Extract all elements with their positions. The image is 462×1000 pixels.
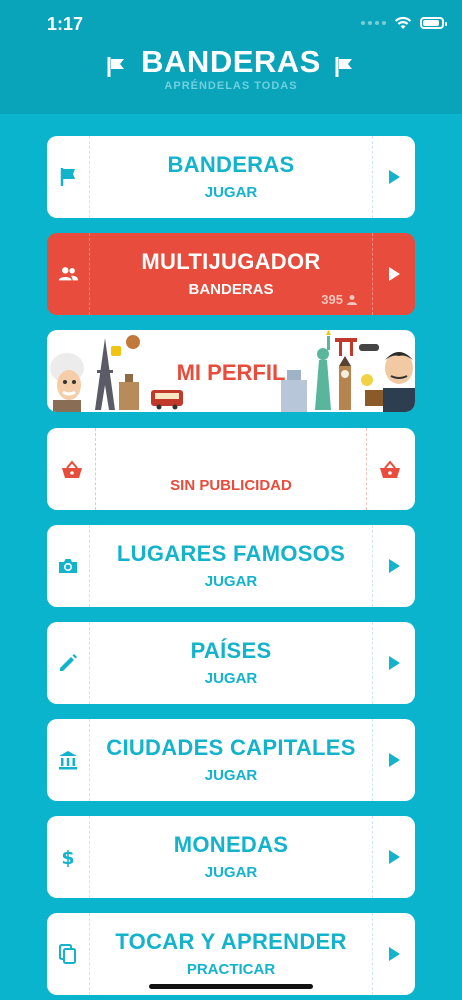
remove-ads-label: SIN PUBLICIDAD xyxy=(170,477,292,494)
play-arrow-icon xyxy=(389,656,400,670)
play-arrow-icon xyxy=(389,753,400,767)
profile-banner[interactable]: MI PERFIL xyxy=(47,330,415,412)
online-players-badge: 395 xyxy=(321,292,358,307)
card-title: PAÍSES xyxy=(190,638,272,663)
card-title: MONEDAS xyxy=(173,832,289,857)
play-arrow-icon xyxy=(389,850,400,864)
card-title: MULTIJUGADOR xyxy=(141,249,321,274)
person-icon xyxy=(347,294,357,305)
currencies-card[interactable]: $ MONEDAS JUGAR xyxy=(47,816,415,898)
app-subtitle: APRÉNDELAS TODAS xyxy=(164,80,298,92)
card-subtitle: JUGAR xyxy=(204,670,258,687)
card-title: LUGARES FAMOSOS xyxy=(116,541,346,566)
countries-card[interactable]: PAÍSES JUGAR xyxy=(47,622,415,704)
wifi-icon xyxy=(394,16,412,29)
flag-icon xyxy=(60,168,75,186)
basket-icon xyxy=(62,460,82,478)
bank-icon xyxy=(59,751,77,770)
card-title: CIUDADES CAPITALES xyxy=(106,735,356,760)
multiplayer-card[interactable]: MULTIJUGADOR BANDERAS 395 xyxy=(47,233,415,315)
card-subtitle: PRACTICAR xyxy=(186,961,276,978)
dollar-icon: $ xyxy=(61,847,74,868)
status-icons xyxy=(361,16,447,30)
tap-and-learn-card[interactable]: TOCAR Y APRENDER PRACTICAR xyxy=(47,913,415,995)
card-title: TOCAR Y APRENDER xyxy=(115,929,347,954)
card-subtitle: JUGAR xyxy=(204,767,258,784)
famous-places-card[interactable]: LUGARES FAMOSOS JUGAR xyxy=(47,525,415,607)
card-subtitle: JUGAR xyxy=(204,573,258,590)
remove-ads-card[interactable]: SIN PUBLICIDAD xyxy=(47,428,415,510)
play-arrow-icon xyxy=(389,559,400,573)
card-subtitle: JUGAR xyxy=(204,864,258,881)
card-title: BANDERAS xyxy=(167,152,295,177)
copy-icon xyxy=(59,944,76,964)
banderas-card[interactable]: BANDERAS JUGAR xyxy=(47,136,415,218)
capital-cities-card[interactable]: CIUDADES CAPITALES JUGAR xyxy=(47,719,415,801)
play-arrow-icon xyxy=(389,170,400,184)
basket-icon xyxy=(380,460,400,478)
camera-icon xyxy=(59,559,77,573)
app-header: 1:17 BANDERAS APRÉNDELAS TODAS xyxy=(0,0,462,114)
status-time: 1:17 xyxy=(47,14,84,34)
online-count: 395 xyxy=(321,292,343,307)
svg-text:$: $ xyxy=(61,847,74,868)
pencil-icon xyxy=(60,654,77,671)
app-title: BANDERAS xyxy=(141,44,321,79)
flag-icon xyxy=(335,57,352,77)
battery-icon xyxy=(420,17,447,29)
profile-label: MI PERFIL xyxy=(176,360,286,385)
home-indicator[interactable] xyxy=(149,984,313,989)
card-subtitle: JUGAR xyxy=(204,184,258,201)
group-icon xyxy=(58,267,79,281)
play-arrow-icon xyxy=(389,267,400,281)
play-arrow-icon xyxy=(389,947,400,961)
cellular-signal-icon xyxy=(361,21,386,25)
